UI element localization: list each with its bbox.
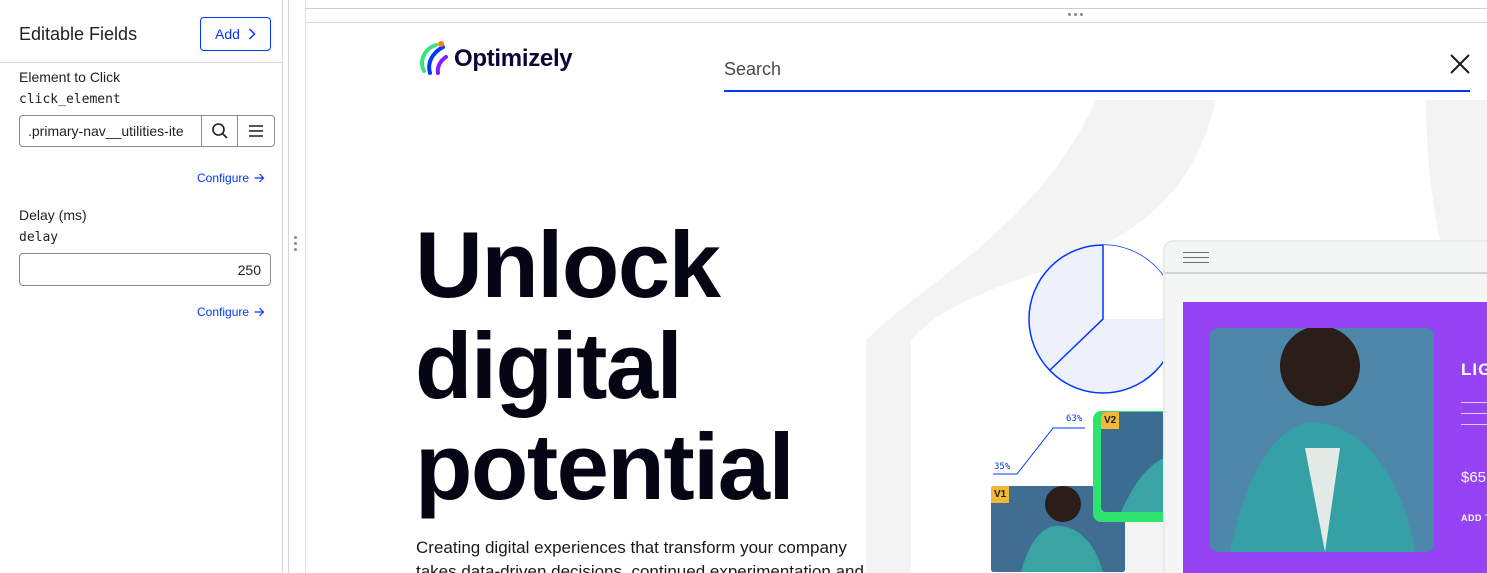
preview-top-border [306, 8, 1487, 9]
field-key-delay: delay [19, 230, 59, 245]
menu-icon [249, 125, 263, 137]
panel-header: Editable Fields Add [0, 0, 283, 63]
click-element-selector-input[interactable] [19, 115, 202, 147]
hero-line: Unlock [415, 212, 721, 317]
hero-description: Creating digital experiences that transf… [416, 538, 864, 573]
configure-link-delay[interactable]: Configure [197, 305, 265, 319]
pie-label-63: 63% [1066, 414, 1083, 424]
promo-panel: LIG $65 ADD T [1183, 302, 1487, 573]
pie-label-35: 35% [994, 462, 1011, 472]
variant-tag: V1 [991, 486, 1010, 503]
variant-tag: V2 [1101, 412, 1120, 429]
field-label-element-to-click: Element to Click [19, 69, 121, 85]
close-icon [1450, 54, 1470, 74]
device-mockup: LIG $65 ADD T [1163, 240, 1487, 573]
arrow-right-icon [254, 307, 265, 317]
device-bar [1165, 272, 1487, 274]
field-key-click-element: click_element [19, 92, 121, 107]
add-field-button[interactable]: Add [200, 17, 271, 51]
configure-label: Configure [197, 305, 250, 319]
close-search-button[interactable] [1448, 52, 1472, 76]
page-preview: Optimizely Unlock digital potential Crea… [305, 0, 1487, 573]
panel-title: Editable Fields [19, 24, 138, 44]
optimizely-logo-icon [420, 41, 448, 75]
delay-input[interactable] [19, 253, 271, 286]
drag-handle-icon[interactable] [1068, 13, 1083, 16]
configure-label: Configure [197, 171, 250, 185]
site-logo[interactable]: Optimizely [416, 41, 573, 77]
selector-search-button[interactable] [201, 115, 238, 147]
person-image [1210, 328, 1434, 552]
pie-illustration [1028, 244, 1176, 394]
editable-fields-panel: Editable Fields Add Element to Click cli… [0, 0, 283, 573]
product-photo [1210, 328, 1434, 552]
add-button-label: Add [215, 26, 240, 42]
arrow-right-icon [254, 173, 265, 183]
hero-line: potential [415, 414, 795, 519]
selector-menu-button[interactable] [237, 115, 275, 147]
hero-title: Unlock digital potential [415, 214, 865, 517]
field-label-delay: Delay (ms) [19, 207, 87, 223]
hamburger-icon [1183, 252, 1209, 267]
drag-handle-icon[interactable] [294, 236, 298, 258]
preview-frame-border [306, 22, 1487, 23]
logo-text: Optimizely [454, 45, 573, 72]
hero-line: digital [415, 313, 683, 418]
configure-link-click-element[interactable]: Configure [197, 171, 265, 185]
site-search-input[interactable] [724, 48, 1470, 92]
panel-splitter[interactable] [288, 0, 289, 573]
chevron-right-icon [248, 28, 256, 40]
promo-title: LIG [1461, 360, 1487, 379]
search-icon [211, 123, 228, 139]
add-to-cart-button[interactable]: ADD T [1461, 513, 1487, 523]
promo-price: $65 [1461, 469, 1487, 486]
